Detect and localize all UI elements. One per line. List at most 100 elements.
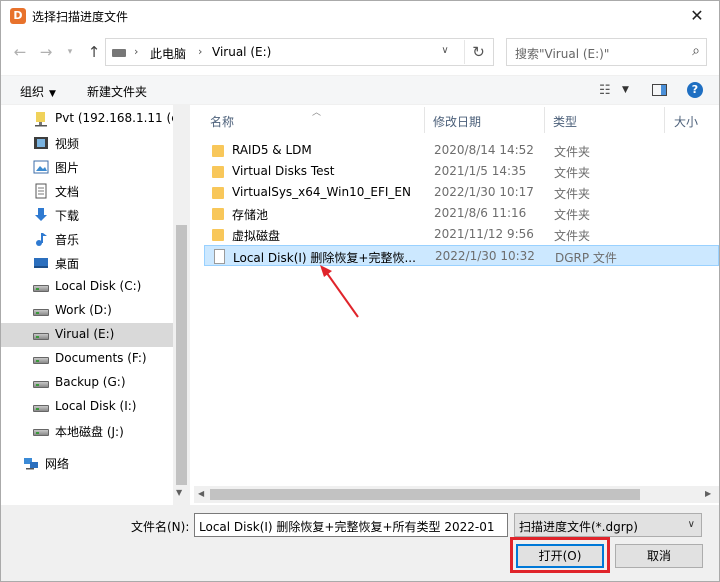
address-dropdown-icon[interactable]: ∨ [436, 45, 454, 56]
sidebar-item-label: Backup (G:) [55, 375, 126, 389]
sidebar-item-pvt[interactable]: Pvt (192.168.1.11 (ea [1, 107, 173, 131]
horizontal-scrollbar-thumb[interactable] [210, 489, 640, 500]
cancel-button[interactable]: 取消 [615, 544, 703, 568]
picture-folder-icon [33, 160, 49, 174]
network-icon [24, 458, 38, 470]
close-button[interactable]: ✕ [675, 1, 719, 31]
sidebar-item-label: 桌面 [55, 257, 80, 271]
sidebar-item-videos[interactable]: 视频 [1, 131, 173, 155]
file-date: 2021/1/5 14:35 [434, 164, 527, 178]
column-divider[interactable] [664, 107, 665, 133]
document-icon [213, 249, 227, 264]
drive-icon [33, 399, 49, 415]
sidebar-item-pictures[interactable]: 图片 [1, 155, 173, 179]
annotation-arrow-icon [320, 265, 359, 318]
column-divider[interactable] [544, 107, 545, 133]
toolbar: 组织 ▼ 新建文件夹 ☷ ▼ ? [1, 75, 719, 105]
dialog-title: 选择扫描进度文件 [32, 10, 129, 24]
navigation-pane: Pvt (192.168.1.11 (ea 视频 图片 文档 下载 音乐 桌面 [1, 105, 190, 505]
file-row-folder[interactable]: Virtual Disks Test 2021/1/5 14:35 文件夹 [204, 161, 719, 182]
file-name: 虚拟磁盘 [232, 229, 281, 243]
sidebar-item-drive-e[interactable]: Virual (E:) [1, 323, 173, 347]
file-date: 2020/8/14 14:52 [434, 143, 534, 157]
filetype-value: 扫描进度文件(*.dgrp) [519, 520, 638, 534]
sidebar-item-drive-c[interactable]: Local Disk (C:) [1, 275, 173, 299]
download-folder-icon [35, 208, 47, 221]
preview-pane-icon[interactable] [652, 84, 667, 96]
folder-icon [212, 185, 226, 199]
drive-icon [33, 279, 49, 295]
filename-value: Local Disk(I) 删除恢复+完整恢复+所有类型 2022-01 [199, 520, 495, 534]
sidebar-item-drive-i[interactable]: Local Disk (I:) [1, 395, 173, 419]
sidebar-item-drive-f[interactable]: Documents (F:) [1, 347, 173, 371]
organize-label: 组织 [20, 85, 45, 99]
column-header-size[interactable]: 大小 [674, 113, 698, 130]
column-divider[interactable] [424, 107, 425, 133]
file-type: 文件夹 [554, 187, 591, 201]
help-icon[interactable]: ? [687, 82, 703, 98]
folder-icon [212, 164, 226, 178]
breadcrumb-separator-icon[interactable]: › [198, 45, 202, 58]
sidebar-item-label: 文档 [55, 185, 80, 199]
sidebar-item-music[interactable]: 音乐 [1, 227, 173, 251]
chevron-down-icon[interactable]: ▼ [622, 85, 629, 95]
sidebar-item-label: Local Disk (I:) [55, 399, 137, 413]
organize-menu-button[interactable]: 组织 ▼ [20, 83, 56, 100]
refresh-icon[interactable]: ↻ [464, 40, 492, 64]
drive-icon [33, 351, 49, 367]
breadcrumb-separator-icon[interactable]: › [134, 45, 138, 58]
sidebar-item-drive-j[interactable]: 本地磁盘 (J:) [1, 419, 173, 443]
column-header-modified[interactable]: 修改日期 [433, 113, 481, 130]
column-header-type[interactable]: 类型 [553, 113, 577, 130]
sidebar-item-network[interactable]: 网络 [1, 451, 173, 475]
sidebar-item-label: 下载 [55, 209, 80, 223]
file-list: ︿ 名称 修改日期 类型 大小 RAID5 & LDM 2020/8/14 14… [194, 105, 719, 505]
search-placeholder: 搜索"Virual (E:)" [515, 47, 610, 61]
file-row-folder[interactable]: 存储池 2021/8/6 11:16 文件夹 [204, 203, 719, 224]
sort-ascending-icon: ︿ [312, 108, 322, 118]
annotation-highlight-box [510, 537, 610, 573]
drive-icon [33, 375, 49, 391]
file-row-folder[interactable]: RAID5 & LDM 2020/8/14 14:52 文件夹 [204, 140, 719, 161]
new-folder-button[interactable]: 新建文件夹 [87, 83, 147, 100]
file-row-folder[interactable]: 虚拟磁盘 2021/11/12 9:56 文件夹 [204, 224, 719, 245]
chevron-down-icon: ∨ [687, 519, 695, 530]
filename-label: 文件名(N): [131, 520, 190, 534]
breadcrumb-drive-e[interactable]: Virual (E:) [212, 45, 271, 59]
file-row-folder[interactable]: VirtualSys_x64_Win10_EFI_EN 2022/1/30 10… [204, 182, 719, 203]
sidebar-item-documents[interactable]: 文档 [1, 179, 173, 203]
recent-locations-chevron-icon[interactable]: ▾ [59, 41, 81, 63]
chevron-down-icon: ▼ [49, 89, 56, 99]
filename-input[interactable]: Local Disk(I) 删除恢复+完整恢复+所有类型 2022-01 [194, 513, 508, 537]
search-input[interactable]: 搜索"Virual (E:)" ⌕ [506, 38, 707, 66]
sidebar-item-label: Work (D:) [55, 303, 112, 317]
folder-icon [212, 206, 226, 220]
sidebar-item-label: 音乐 [55, 233, 80, 247]
sidebar-item-desktop[interactable]: 桌面 [1, 251, 173, 275]
scroll-down-arrow-icon[interactable]: ▼ [176, 488, 182, 497]
sidebar-item-drive-g[interactable]: Backup (G:) [1, 371, 173, 395]
breadcrumb-this-pc[interactable]: 此电脑 [150, 45, 186, 62]
forward-arrow-icon[interactable]: → [35, 41, 57, 63]
scroll-right-arrow-icon[interactable]: ▶ [705, 489, 711, 498]
address-bar[interactable]: › 此电脑 › Virual (E:) ∨ ↻ [105, 38, 494, 66]
sidebar-item-downloads[interactable]: 下载 [1, 203, 173, 227]
file-name: VirtualSys_x64_Win10_EFI_EN [232, 185, 411, 199]
sidebar-scrollbar-thumb[interactable] [176, 225, 187, 485]
filetype-select[interactable]: 扫描进度文件(*.dgrp) ∨ [514, 513, 702, 537]
document-folder-icon [35, 183, 47, 199]
file-list-horizontal-scrollbar[interactable]: ◀ ▶ [194, 486, 719, 503]
column-header-name[interactable]: 名称 [210, 113, 234, 130]
file-type: 文件夹 [554, 145, 591, 159]
sidebar-item-label: Virual (E:) [55, 327, 115, 341]
view-options-icon[interactable]: ☷ [599, 83, 611, 98]
file-row-dgrp-selected[interactable]: Local Disk(I) 删除恢复+完整恢... 2022/1/30 10:3… [204, 245, 719, 266]
music-folder-icon [36, 233, 47, 246]
sidebar-scrollbar[interactable]: ▼ [173, 105, 190, 505]
folder-icon [212, 143, 226, 157]
back-arrow-icon[interactable]: ← [9, 41, 31, 63]
file-type: DGRP 文件 [555, 251, 617, 265]
up-arrow-icon[interactable]: ↑ [83, 41, 105, 63]
sidebar-item-drive-d[interactable]: Work (D:) [1, 299, 173, 323]
scroll-left-arrow-icon[interactable]: ◀ [198, 489, 204, 498]
